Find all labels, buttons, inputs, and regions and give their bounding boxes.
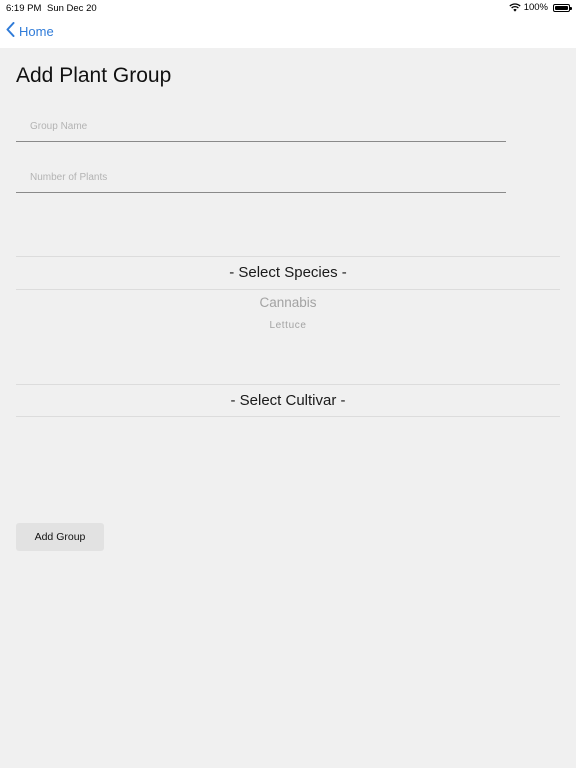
status-date: Sun Dec 20 xyxy=(47,3,97,14)
navigation-bar: 6:19 PM Sun Dec 20 100% Home xyxy=(0,0,576,48)
picker-divider xyxy=(16,289,560,290)
wifi-icon xyxy=(509,3,521,12)
status-time: 6:19 PM xyxy=(6,3,42,14)
cultivar-picker-selected[interactable]: - Select Cultivar - xyxy=(16,392,560,409)
battery-icon xyxy=(553,3,572,12)
chevron-left-icon xyxy=(6,22,15,40)
app-screen: 6:19 PM Sun Dec 20 100% Home Add Plant G… xyxy=(0,0,576,768)
group-name-input[interactable] xyxy=(30,121,490,132)
species-option[interactable]: Lettuce xyxy=(16,320,560,331)
species-picker[interactable]: - Select Species - Cannabis Lettuce xyxy=(16,200,560,380)
picker-divider xyxy=(16,416,560,417)
back-button[interactable]: Home xyxy=(6,22,54,40)
battery-percent: 100% xyxy=(523,2,548,13)
add-group-button[interactable]: Add Group xyxy=(16,523,104,551)
status-bar: 6:19 PM Sun Dec 20 100% xyxy=(0,0,576,16)
cultivar-picker[interactable]: - Select Cultivar - xyxy=(16,380,560,420)
picker-divider xyxy=(16,384,560,385)
back-button-label: Home xyxy=(19,23,54,39)
page-title: Add Plant Group xyxy=(16,64,172,87)
species-option[interactable]: Cannabis xyxy=(16,295,560,310)
number-of-plants-field xyxy=(16,166,506,193)
species-picker-selected[interactable]: - Select Species - xyxy=(16,264,560,281)
picker-divider xyxy=(16,256,560,257)
group-name-field xyxy=(16,115,506,142)
status-indicators: 100% xyxy=(509,2,572,13)
number-of-plants-input[interactable] xyxy=(30,172,490,183)
